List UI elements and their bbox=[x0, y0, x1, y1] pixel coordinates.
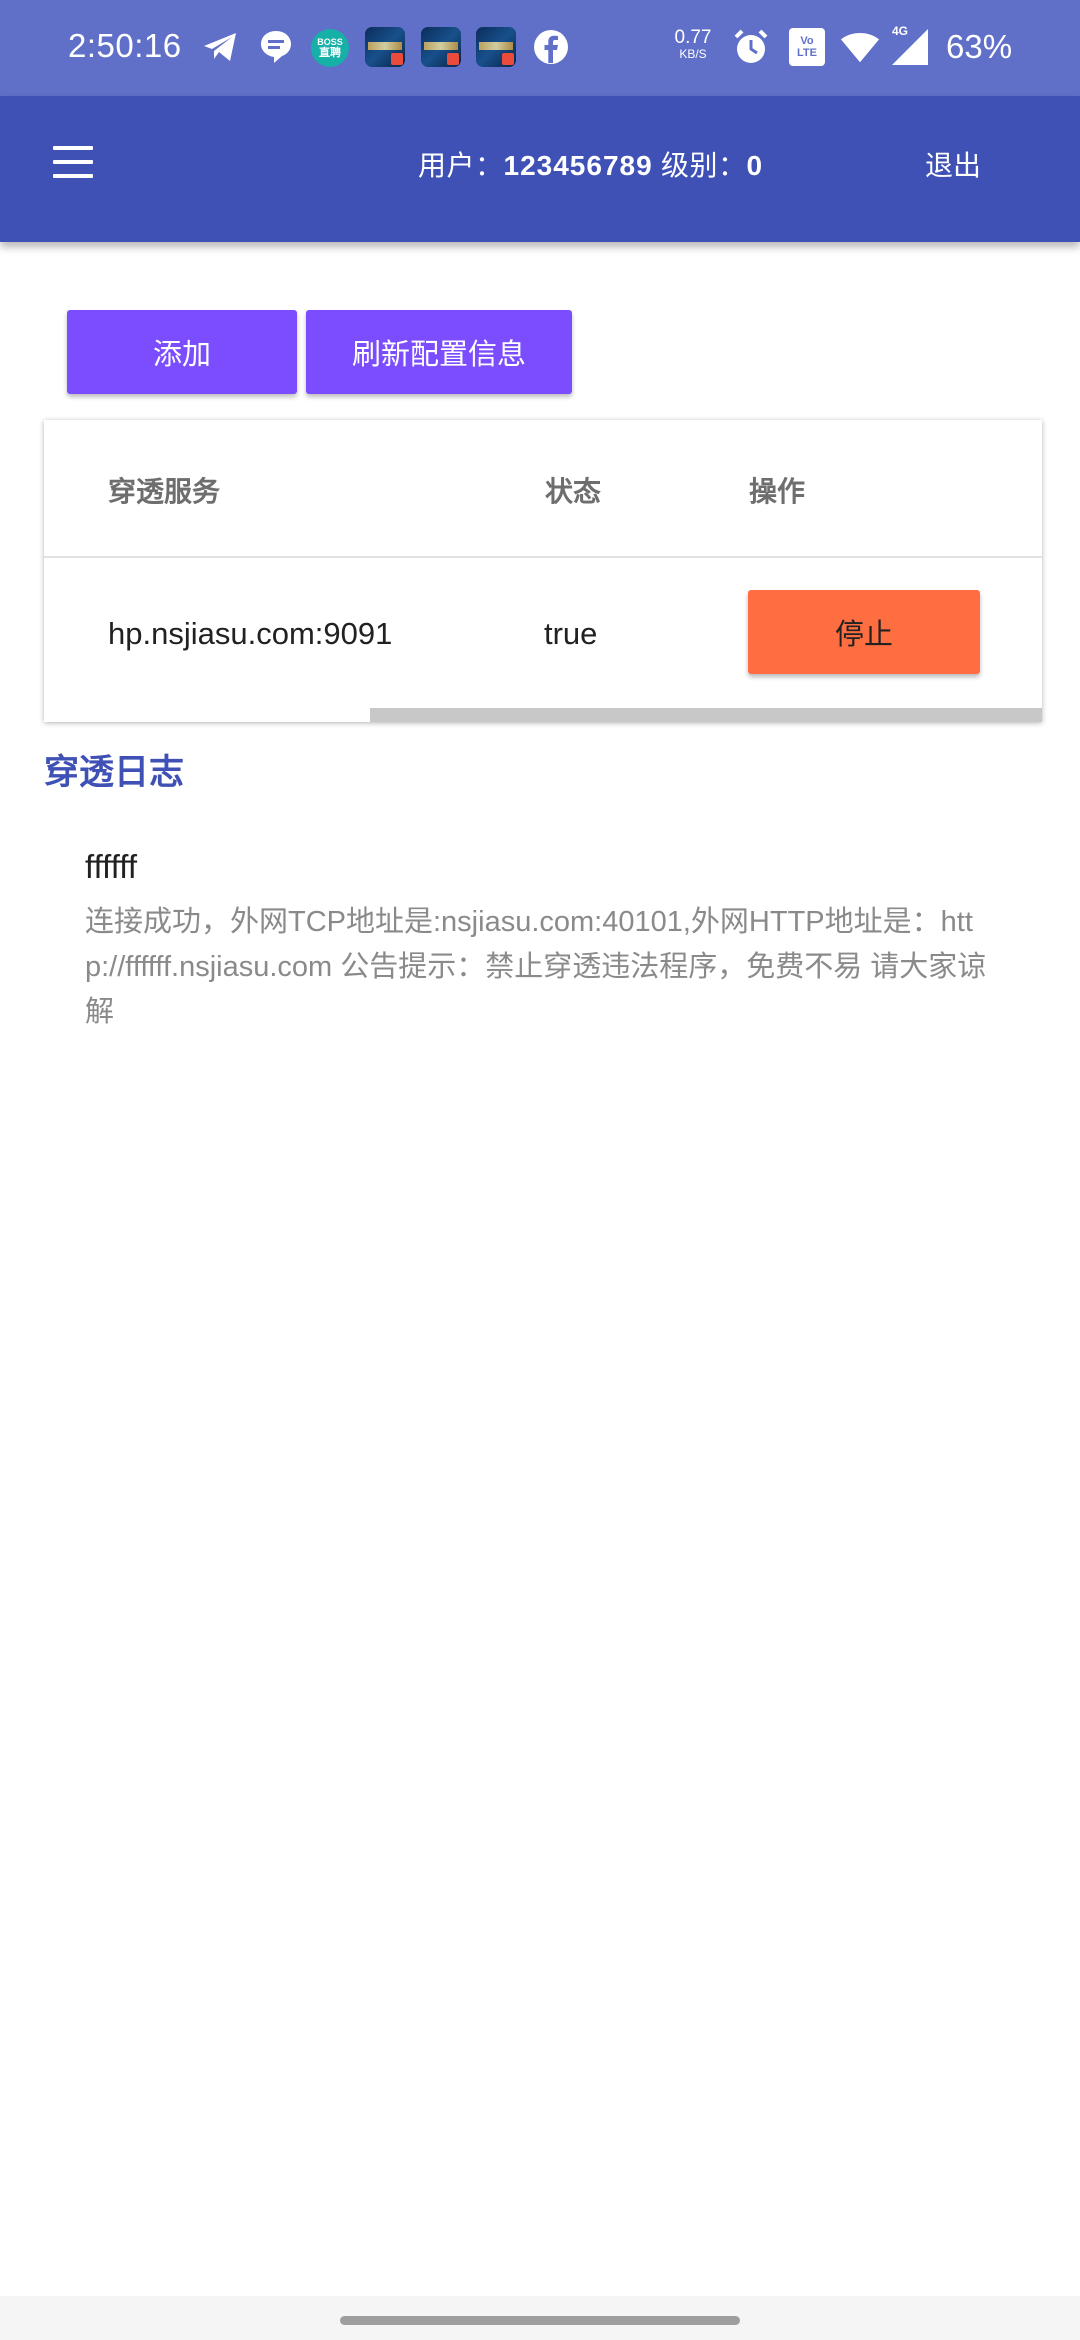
app-bar: 用户：123456789 级别：0 退出 bbox=[0, 96, 1080, 242]
log-title: 穿透日志 bbox=[44, 753, 185, 792]
signal-4g-icon: 4G bbox=[890, 24, 930, 68]
game-app-icon bbox=[365, 27, 405, 67]
service-address: hp.nsjiasu.com:9091 bbox=[108, 616, 393, 651]
level-label: 级别： bbox=[652, 150, 747, 181]
user-label: 用户： bbox=[418, 150, 504, 181]
log-entry-message: 连接成功，外网TCP地址是:nsjiasu.com:40101,外网HTTP地址… bbox=[85, 906, 987, 1028]
boss-zhipin-icon: BOSS 直聘 bbox=[311, 29, 349, 67]
navigation-bar bbox=[0, 2296, 1080, 2340]
status-bar: 2:50:16 BOSS 直聘 0.77 KB/S Vo LTE 4G 63% bbox=[0, 0, 1080, 96]
game-app-icon bbox=[421, 27, 461, 67]
column-header-action: 操作 bbox=[749, 476, 806, 507]
table-divider bbox=[44, 556, 1042, 558]
horizontal-scrollbar-thumb[interactable] bbox=[370, 708, 1042, 722]
facebook-icon bbox=[531, 26, 571, 68]
volte-icon: Vo LTE bbox=[789, 28, 825, 66]
alarm-icon bbox=[731, 26, 771, 68]
logout-button[interactable]: 退出 bbox=[925, 144, 981, 184]
wifi-icon bbox=[840, 26, 880, 68]
level-value: 0 bbox=[746, 150, 764, 181]
add-button[interactable]: 添加 bbox=[67, 310, 297, 394]
stop-button[interactable]: 停止 bbox=[748, 590, 980, 674]
net-speed: 0.77 KB/S bbox=[674, 27, 712, 61]
gesture-handle[interactable] bbox=[340, 2316, 740, 2325]
service-status: true bbox=[544, 616, 598, 651]
user-id: 123456789 bbox=[503, 150, 653, 181]
user-info: 用户：123456789 级别：0 bbox=[418, 144, 763, 184]
horizontal-scrollbar-track[interactable] bbox=[44, 708, 1042, 722]
column-header-service: 穿透服务 bbox=[108, 476, 221, 507]
service-table: 穿透服务 状态 操作 hp.nsjiasu.com:9091 true 停止 bbox=[44, 420, 1042, 722]
game-app-icon bbox=[476, 27, 516, 67]
column-header-status: 状态 bbox=[545, 476, 602, 507]
refresh-config-button[interactable]: 刷新配置信息 bbox=[306, 310, 572, 394]
status-time: 2:50:16 bbox=[68, 27, 182, 64]
battery-level: 63% bbox=[946, 28, 1013, 65]
message-bubble-icon bbox=[256, 26, 296, 68]
menu-icon[interactable] bbox=[50, 146, 96, 180]
telegram-icon bbox=[200, 26, 240, 68]
log-entry-name: ffffff bbox=[85, 848, 138, 885]
